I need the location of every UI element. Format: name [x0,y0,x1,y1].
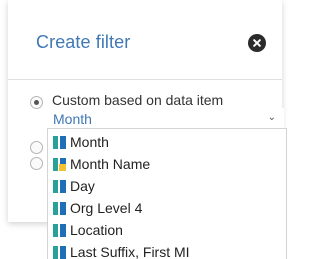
dropdown-option-month-name[interactable]: Month Name [48,153,286,175]
dropdown-option-day[interactable]: Day [48,175,286,197]
calculated-column-icon [53,158,66,171]
dropdown-option-month[interactable]: Month [48,131,286,153]
dropdown-option-location[interactable]: Location [48,219,286,241]
dropdown-option-label: Day [70,178,95,194]
filter-option-radio-3[interactable] [30,157,43,170]
measure-column-icon [53,224,66,237]
custom-filter-label: Custom based on data item [52,92,224,108]
dropdown-option-label: Location [70,222,123,238]
measure-column-icon [53,246,66,259]
filter-option-radio-2[interactable] [30,141,43,154]
dropdown-option-label: Month [70,134,109,150]
data-item-dropdown-list: Month Month Name Day Org Level 4 Locatio… [47,128,287,259]
data-item-select[interactable]: Month ⌄ [50,108,284,130]
dropdown-option-label: Last Suffix, First MI [70,244,190,259]
measure-column-icon [53,202,66,215]
dropdown-option-last-suffix-first-mi[interactable]: Last Suffix, First MI [48,241,286,259]
dialog-header: Create filter [8,0,282,80]
measure-column-icon [53,180,66,193]
dropdown-option-label: Org Level 4 [70,200,143,216]
measure-column-icon [53,136,66,149]
dropdown-option-label: Month Name [70,156,151,172]
custom-filter-radio[interactable] [30,96,43,109]
data-item-selected-value: Month [53,111,92,127]
chevron-down-icon: ⌄ [267,112,276,123]
dropdown-option-org-level-4[interactable]: Org Level 4 [48,197,286,219]
create-filter-dialog: Create filter Custom based on data item … [0,0,289,259]
close-icon[interactable] [248,34,266,52]
dialog-title: Create filter [36,32,131,52]
